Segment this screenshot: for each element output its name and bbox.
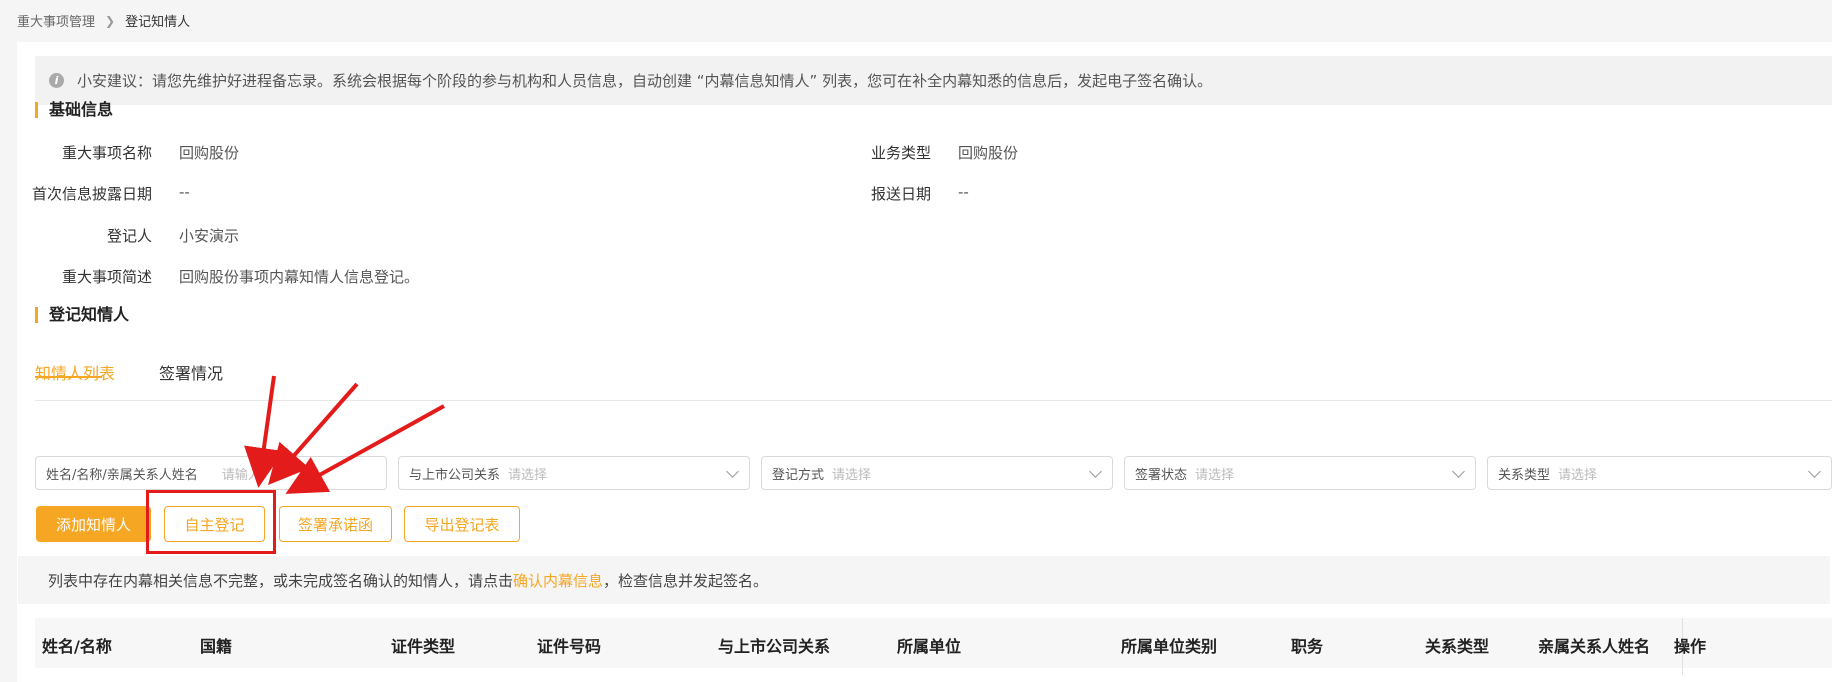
filter-register-method-placeholder: 请选择 — [832, 467, 872, 483]
filter-company-relation-placeholder: 请选择 — [508, 467, 548, 483]
th-company-relation: 与上市公司关系 — [718, 637, 831, 656]
breadcrumb: 重大事项管理 ❯ 登记知情人 — [17, 11, 191, 31]
field-report-date-value: -- — [958, 183, 969, 201]
filter-company-relation-select[interactable]: 与上市公司关系 请选择 — [398, 456, 750, 490]
incomplete-notice: 列表中存在内幕相关信息不完整，或未完成签名确认的知情人，请点击 确认内幕信息 ，检查… — [18, 556, 1830, 604]
tab-bar: 知情人列表 签署情况 — [35, 350, 1832, 401]
th-unit: 所属单位 — [897, 637, 962, 656]
tab-insider-list[interactable]: 知情人列表 — [35, 360, 115, 384]
table-header: 姓名/名称 国籍 证件类型 证件号码 与上市公司关系 所属单位 所属单位类别 职… — [35, 618, 1832, 675]
th-unit-category: 所属单位类别 — [1121, 637, 1218, 656]
chevron-down-icon — [1452, 465, 1465, 478]
confirm-insider-info-link[interactable]: 确认内幕信息 — [513, 570, 603, 591]
notice-text-after: ，检查信息并发起签名。 — [603, 571, 769, 590]
tab-sign-status[interactable]: 签署情况 — [159, 360, 223, 384]
export-register-button[interactable]: 导出登记表 — [404, 506, 520, 542]
filter-sign-status-select[interactable]: 签署状态 请选择 — [1124, 456, 1476, 490]
filter-register-method-select[interactable]: 登记方式 请选择 — [761, 456, 1113, 490]
th-relation-type: 关系类型 — [1425, 637, 1490, 656]
chevron-down-icon — [726, 465, 739, 478]
breadcrumb-current: 登记知情人 — [125, 15, 191, 30]
breadcrumb-parent[interactable]: 重大事项管理 — [17, 11, 95, 30]
th-id-type: 证件类型 — [391, 637, 456, 656]
filter-name-placeholder: 请输入 — [221, 467, 261, 483]
filter-register-method-label: 登记方式 — [772, 467, 825, 483]
th-relative-name: 亲属关系人姓名 — [1538, 637, 1651, 656]
field-registrant-value: 小安演示 — [179, 227, 240, 245]
section-title-basic: 基础信息 — [35, 102, 113, 118]
annotation-highlight-box — [146, 490, 276, 554]
filter-relation-type-placeholder: 请选择 — [1558, 467, 1598, 483]
add-insider-button[interactable]: 添加知情人 — [36, 506, 151, 542]
field-first-disclosure-value: -- — [179, 183, 190, 201]
filter-relation-type-select[interactable]: 关系类型 请选择 — [1487, 456, 1832, 490]
th-id-number: 证件号码 — [537, 637, 602, 656]
section-title-register: 登记知情人 — [35, 307, 129, 323]
field-matter-name-value: 回购股份 — [179, 144, 240, 162]
th-operation: 操作 — [1674, 637, 1707, 656]
filter-sign-status-label: 签署状态 — [1135, 467, 1188, 483]
filter-relation-type-label: 关系类型 — [1498, 467, 1551, 483]
filter-sign-status-placeholder: 请选择 — [1195, 467, 1235, 483]
chevron-down-icon — [1089, 465, 1102, 478]
sign-commitment-button[interactable]: 签署承诺函 — [279, 506, 392, 542]
filter-name-input[interactable]: 姓名/名称/亲属关系人姓名 请输入 — [35, 456, 387, 490]
tip-text: 小安建议：请您先维护好进程备忘录。系统会根据每个阶段的参与机构和人员信息，自动创… — [77, 72, 1213, 90]
tip-banner: i 小安建议：请您先维护好进程备忘录。系统会根据每个阶段的参与机构和人员信息，自… — [35, 56, 1832, 105]
th-position: 职务 — [1291, 637, 1324, 656]
chevron-right-icon: ❯ — [105, 13, 116, 28]
chevron-down-icon — [1808, 465, 1821, 478]
filter-company-relation-label: 与上市公司关系 — [409, 467, 501, 483]
notice-text-before: 列表中存在内幕相关信息不完整，或未完成签名确认的知情人，请点击 — [48, 571, 514, 590]
th-nationality: 国籍 — [200, 637, 233, 656]
info-icon: i — [49, 73, 64, 88]
tab-active-indicator — [35, 376, 102, 378]
th-name: 姓名/名称 — [42, 637, 112, 656]
field-business-type-value: 回购股份 — [958, 144, 1019, 162]
field-summary-value: 回购股份事项内幕知情人信息登记。 — [179, 268, 420, 286]
filter-name-label: 姓名/名称/亲属关系人姓名 — [46, 467, 198, 483]
